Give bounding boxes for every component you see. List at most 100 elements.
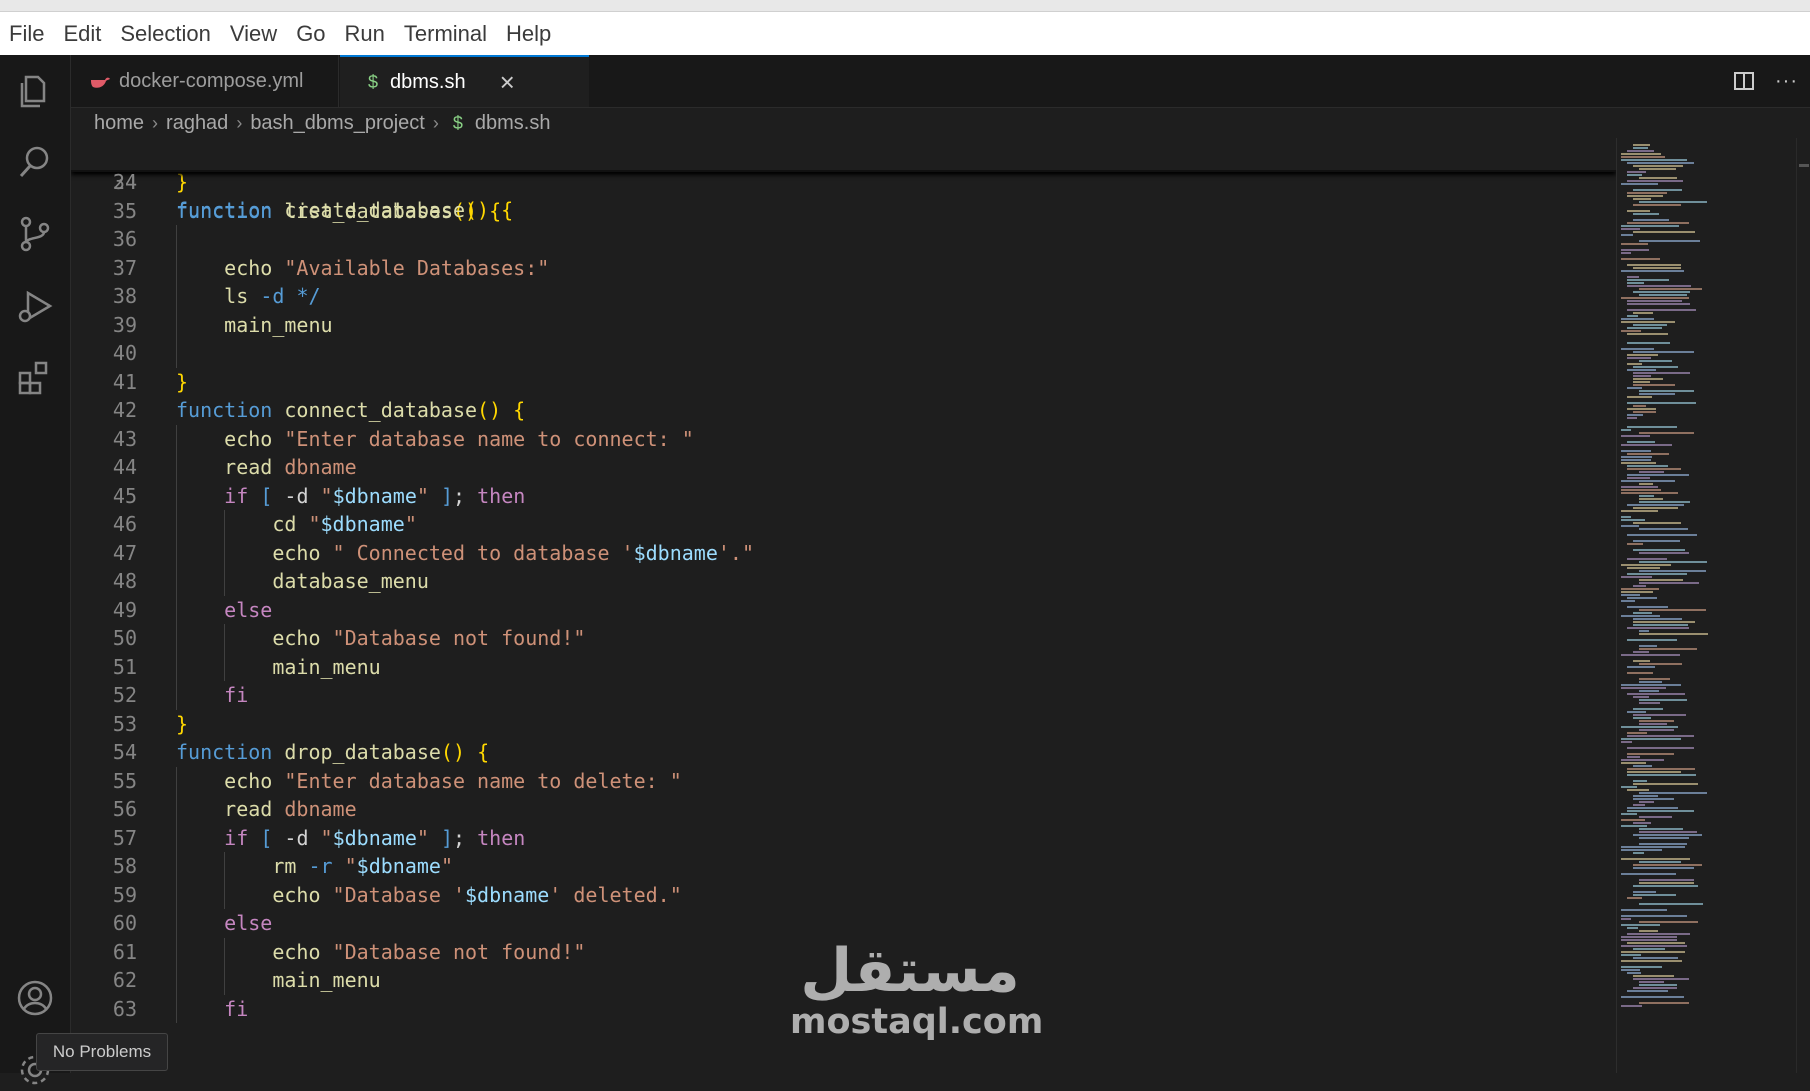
minimap-line bbox=[1639, 582, 1700, 584]
code-line[interactable]: 41} bbox=[71, 368, 1616, 396]
minimap-line bbox=[1627, 735, 1694, 737]
more-actions-icon[interactable]: ··· bbox=[1775, 70, 1798, 93]
extensions-icon[interactable] bbox=[14, 357, 56, 399]
menu-run[interactable]: Run bbox=[336, 21, 395, 47]
code-line[interactable]: 46 cd "$dbname" bbox=[71, 510, 1616, 538]
minimap-line bbox=[1621, 945, 1688, 947]
code-line[interactable]: 39 main_menu bbox=[71, 311, 1616, 339]
minimap-line bbox=[1621, 849, 1662, 851]
minimap-line bbox=[1639, 501, 1691, 503]
menu-edit[interactable]: Edit bbox=[54, 21, 111, 47]
menu-go[interactable]: Go bbox=[287, 21, 335, 47]
line-text: fi bbox=[176, 681, 248, 709]
code-line[interactable]: 48 database_menu bbox=[71, 567, 1616, 595]
code-line[interactable]: 38 ls -d */ bbox=[71, 282, 1616, 310]
minimap-line bbox=[1621, 321, 1676, 323]
minimap-line bbox=[1621, 915, 1688, 917]
minimap-line bbox=[1633, 765, 1652, 767]
code-line[interactable]: 60 else bbox=[71, 909, 1616, 937]
split-editor-icon[interactable] bbox=[1733, 70, 1755, 92]
code-token: echo bbox=[224, 426, 273, 451]
minimap-line bbox=[1633, 708, 1664, 710]
minimap-line bbox=[1627, 747, 1694, 749]
minimap-line bbox=[1639, 648, 1698, 650]
minimap-line bbox=[1639, 861, 1682, 863]
minimap-line bbox=[1627, 171, 1647, 173]
minimap-line bbox=[1621, 270, 1684, 272]
close-tab-button[interactable]: × bbox=[500, 67, 515, 98]
minimap-line bbox=[1627, 363, 1643, 365]
minimap-line bbox=[1639, 801, 1655, 803]
menu-terminal[interactable]: Terminal bbox=[395, 21, 497, 47]
minimap-line bbox=[1639, 390, 1695, 392]
code-token: database_menu bbox=[272, 569, 429, 593]
code-line[interactable]: 37 echo "Available Databases:" bbox=[71, 254, 1616, 282]
code-line[interactable]: 34} bbox=[71, 168, 1616, 196]
code-line[interactable]: 40 bbox=[71, 339, 1616, 367]
minimap-line bbox=[1627, 315, 1639, 317]
breadcrumb-raghad[interactable]: raghad bbox=[166, 112, 228, 135]
code-line[interactable]: 58 rm -r "$dbname" bbox=[71, 852, 1616, 880]
minimap-line bbox=[1621, 687, 1666, 689]
code-line[interactable]: 55 echo "Enter database name to delete: … bbox=[71, 767, 1616, 795]
source-control-icon[interactable] bbox=[14, 213, 56, 255]
code-line[interactable]: 47 echo " Connected to database '$dbname… bbox=[71, 539, 1616, 567]
code-line[interactable]: 49 else bbox=[71, 596, 1616, 624]
code-line[interactable]: 56 read dbname bbox=[71, 795, 1616, 823]
minimap-line bbox=[1621, 918, 1632, 920]
code-line[interactable]: 51 main_menu bbox=[71, 653, 1616, 681]
tab-docker-compose[interactable]: docker-compose.yml bbox=[71, 55, 339, 107]
minimap-line bbox=[1627, 672, 1654, 674]
code-line[interactable]: 54 function drop_database() { bbox=[71, 738, 1616, 766]
line-number: 24 bbox=[112, 170, 137, 194]
breadcrumb-home[interactable]: home bbox=[94, 112, 144, 135]
line-number: 60 bbox=[112, 911, 137, 935]
menu-help[interactable]: Help bbox=[497, 21, 561, 47]
minimap-line bbox=[1639, 720, 1675, 722]
code-line[interactable]: 57 if [ -d "$dbname" ]; then bbox=[71, 824, 1616, 852]
minimap-line bbox=[1621, 510, 1658, 512]
vertical-scrollbar[interactable] bbox=[1796, 138, 1810, 1073]
menu-file[interactable]: File bbox=[0, 21, 54, 47]
minimap-line bbox=[1633, 780, 1647, 782]
line-text: echo " Connected to database '$dbname'." bbox=[176, 539, 754, 567]
menu-view[interactable]: View bbox=[221, 21, 287, 47]
code-line[interactable]: 53} bbox=[71, 710, 1616, 738]
minimap[interactable] bbox=[1616, 138, 1797, 1073]
code-line[interactable]: 36 bbox=[71, 225, 1616, 253]
line-text: else bbox=[176, 596, 272, 624]
breadcrumb-file[interactable]: dbms.sh bbox=[475, 112, 551, 135]
tab-label: docker-compose.yml bbox=[119, 69, 304, 92]
menu-bar: File Edit Selection View Go Run Terminal… bbox=[0, 12, 1810, 55]
line-number: 63 bbox=[112, 996, 137, 1021]
account-icon[interactable] bbox=[14, 977, 56, 1019]
breadcrumb-project[interactable]: bash_dbms_project bbox=[250, 112, 425, 135]
code-editor[interactable]: 34} 35 function list_databases() {36 37 ech… bbox=[71, 138, 1616, 1073]
code-line[interactable]: 50 echo "Database not found!" bbox=[71, 624, 1616, 652]
code-line[interactable]: 45 if [ -d "$dbname" ]; then bbox=[71, 482, 1616, 510]
code-line[interactable]: 52 fi bbox=[71, 681, 1616, 709]
minimap-line bbox=[1621, 738, 1681, 740]
menu-selection[interactable]: Selection bbox=[111, 21, 221, 47]
scrollbar-thumb[interactable] bbox=[1799, 164, 1809, 167]
minimap-line bbox=[1627, 396, 1652, 398]
code-line[interactable]: 59 echo "Database '$dbname' deleted." bbox=[71, 881, 1616, 909]
explorer-icon[interactable] bbox=[14, 69, 56, 111]
code-line[interactable]: 44 read dbname bbox=[71, 453, 1616, 481]
code-line[interactable]: 43 echo "Enter database name to connect:… bbox=[71, 425, 1616, 453]
code-token: "Database not found!" bbox=[332, 626, 586, 650]
code-line[interactable]: 42 function connect_database() { bbox=[71, 396, 1616, 424]
run-debug-icon[interactable] bbox=[14, 285, 56, 327]
code-token: main_menu bbox=[272, 654, 381, 679]
search-icon[interactable] bbox=[14, 141, 56, 183]
sticky-scroll-header[interactable]: 24 function create_database() { bbox=[71, 138, 1616, 222]
tab-dbms-sh[interactable]: $ dbms.sh × bbox=[340, 55, 589, 107]
minimap-line bbox=[1621, 966, 1663, 968]
minimap-line bbox=[1621, 486, 1659, 488]
